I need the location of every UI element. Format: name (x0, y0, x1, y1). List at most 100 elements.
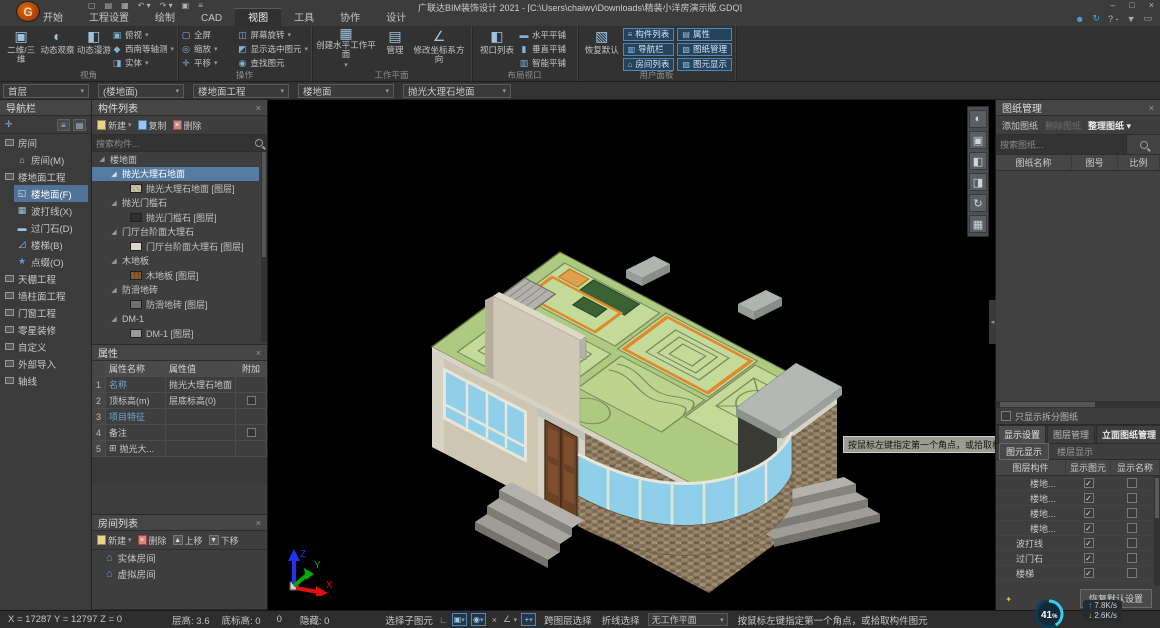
btn-show-selected[interactable]: ◩显示选中图元▾ (237, 43, 308, 55)
close-icon[interactable]: × (256, 348, 261, 358)
tree-layer-dm1[interactable]: DM-1 [图层] (92, 326, 267, 341)
btn-sw-isometric[interactable]: ◆西南等轴测▾ (112, 43, 174, 55)
menu-tools[interactable]: 工具 (281, 8, 327, 26)
workplane-select[interactable]: 无工作平面▾ (648, 613, 728, 626)
btn-manage-workplane[interactable]: ▤管理 (377, 28, 413, 70)
property-row-top-elevation[interactable]: 2 顶标高(m) 层底标高(0) (92, 393, 267, 409)
nav-item-border-line[interactable]: ▦波打线(X) (14, 202, 88, 219)
drawing-table-body[interactable] (996, 171, 1160, 401)
tree-group-threshold-stone[interactable]: ◢抛光门槛石 (92, 196, 267, 211)
menu-project-settings[interactable]: 工程设置 (76, 8, 142, 26)
monitor-icon[interactable]: ▭ (1143, 13, 1152, 24)
subtab-element-display[interactable]: 图元显示 (999, 443, 1049, 460)
tree-layer-threshold-stone[interactable]: 抛光门槛石 [图层] (92, 210, 267, 225)
snap-mode-icon[interactable]: ◉▾ (471, 613, 486, 626)
menu-cad[interactable]: CAD (188, 12, 235, 26)
property-row-remark[interactable]: 4 备注 (92, 425, 267, 441)
nav-group-room[interactable]: 房间 (0, 134, 91, 151)
room-item-virtual[interactable]: ⌂虚拟房间 (92, 566, 267, 582)
menu-design[interactable]: 设计 (373, 8, 419, 26)
new-component-button[interactable]: 新建▾ (97, 119, 132, 132)
btn-pan[interactable]: ✛平移▾ (181, 57, 237, 69)
nav-item-room[interactable]: ⌂房间(M) (14, 151, 88, 168)
btn-tile-smart[interactable]: ▥智能平铺 (519, 57, 566, 69)
split-drawings-checkbox[interactable] (1001, 411, 1011, 421)
show-element-checkbox[interactable] (1084, 538, 1094, 548)
show-name-checkbox[interactable] (1127, 568, 1137, 578)
show-element-checkbox[interactable] (1084, 568, 1094, 578)
nav-panel-mode-icon[interactable]: ▤ (73, 119, 86, 131)
toggle-drawing-manager[interactable]: ▧图纸管理 (677, 43, 732, 56)
show-element-checkbox[interactable] (1084, 493, 1094, 503)
theme-icon[interactable]: ▼ (1127, 14, 1136, 24)
btn-top-view[interactable]: ▣俯视▾ (112, 29, 174, 41)
panel-collapse-handle[interactable]: ◂ (989, 300, 996, 344)
tree-layer-antislip-tile[interactable]: 防滑地砖 [图层] (92, 297, 267, 312)
display-row[interactable]: 楼地... (996, 506, 1160, 521)
delete-component-button[interactable]: ×删除 (173, 119, 202, 132)
tree-layer-entry-marble[interactable]: 门厅台阶面大理石 [图层] (92, 239, 267, 254)
assistant-mascot-icon[interactable]: ✦ (1005, 595, 1012, 604)
btn-viewport-list[interactable]: ◧视口列表 (475, 28, 519, 70)
btn-tile-vertical[interactable]: ▮垂直平铺 (519, 43, 566, 55)
drawing-search-button[interactable] (1126, 135, 1160, 154)
perpendicular-snap-icon[interactable]: ∟ (439, 615, 448, 625)
btn-tile-horizontal[interactable]: ▬水平平铺 (519, 29, 566, 41)
wireframe-cube-tool-icon[interactable]: ◧ (969, 152, 987, 170)
btn-dynamic-roam[interactable]: ◧动态漫游 (76, 28, 112, 70)
minimize-button[interactable]: – (1110, 0, 1115, 10)
new-room-button[interactable]: 新建▾ (97, 534, 132, 547)
project-select[interactable]: 楼地面工程▾ (193, 84, 289, 98)
tree-group-entry-marble[interactable]: ◢门厅台阶面大理石 (92, 225, 267, 240)
toggle-properties[interactable]: ▤属性 (677, 28, 732, 41)
account-icon[interactable]: ☻ (1075, 14, 1084, 24)
drawing-search-input[interactable]: 搜索图纸... (996, 135, 1126, 154)
display-row[interactable]: 过门石 (996, 551, 1160, 566)
selection-mode-icon[interactable]: ▣▾ (452, 613, 467, 626)
display-row[interactable]: 楼地... (996, 521, 1160, 536)
show-name-checkbox[interactable] (1127, 493, 1137, 503)
btn-screen-rotate[interactable]: ◫屏幕旋转▾ (237, 29, 308, 41)
nav-item-floor[interactable]: ◱楼地面(F) (14, 185, 88, 202)
copy-component-button[interactable]: 复制 (138, 119, 167, 132)
tree-group-wood-floor[interactable]: ◢木地板 (92, 254, 267, 269)
menu-collaborate[interactable]: 协作 (327, 8, 373, 26)
show-element-checkbox[interactable] (1084, 523, 1094, 533)
show-name-checkbox[interactable] (1127, 553, 1137, 563)
move-up-button[interactable]: ▲上移 (173, 534, 203, 547)
drawing-hscrollbar[interactable] (996, 401, 1160, 408)
sync-icon[interactable]: ↻ (1093, 13, 1101, 24)
btn-fullscreen[interactable]: ▢全屏 (181, 29, 237, 41)
property-row-expand[interactable]: 5 ⊞抛光大... (92, 441, 267, 457)
toggle-navigator[interactable]: ▥导航栏 (623, 43, 675, 56)
app-logo-icon[interactable]: G (16, 1, 40, 22)
btn-modify-coordsys[interactable]: ∠修改坐标系方向 (413, 28, 465, 70)
tree-group-marble-floor[interactable]: ◢抛光大理石地面 (92, 167, 259, 182)
polyline-select-toggle[interactable]: 折线选择 (602, 613, 640, 627)
close-icon[interactable]: × (1149, 103, 1154, 113)
cancel-snap-icon[interactable]: × (492, 615, 497, 625)
nav-list-mode-icon[interactable]: ≡ (57, 119, 70, 131)
add-drawing-button[interactable]: 添加图纸 (1002, 119, 1038, 132)
pin-icon[interactable]: ✛ (5, 119, 13, 130)
tree-group-antislip-tile[interactable]: ◢防滑地砖 (92, 283, 267, 298)
expand-icon[interactable]: ⊞ (109, 443, 117, 454)
nav-group-wall[interactable]: 墙柱面工程 (0, 287, 91, 304)
btn-zoom[interactable]: ◎缩放▾ (181, 43, 237, 55)
help-icon[interactable]: ? - (1108, 14, 1119, 24)
view-2d-tool-icon[interactable]: ▣ (969, 131, 987, 149)
tree-group-dm1[interactable]: ◢DM-1 (92, 312, 267, 327)
btn-create-workplane[interactable]: ▦创建水平工作平面▾ (315, 28, 377, 70)
close-button[interactable]: × (1149, 0, 1154, 10)
display-row[interactable]: 楼地... (996, 476, 1160, 491)
angle-snap-icon[interactable]: ∠ ▾ (503, 614, 517, 625)
btn-2d-3d[interactable]: ▣二维/三维 (3, 28, 39, 70)
close-icon[interactable]: × (256, 518, 261, 528)
btn-find-element[interactable]: ◉查找图元 (237, 57, 308, 69)
show-element-checkbox[interactable] (1084, 553, 1094, 563)
category-select[interactable]: (楼地面)▾ (98, 84, 184, 98)
solid-cube-tool-icon[interactable]: ◨ (969, 173, 987, 191)
btn-restore-default[interactable]: ▧恢复默认 (581, 28, 623, 70)
close-icon[interactable]: × (256, 103, 261, 113)
property-row-name[interactable]: 1 名称 抛光大理石地面 (92, 377, 267, 393)
